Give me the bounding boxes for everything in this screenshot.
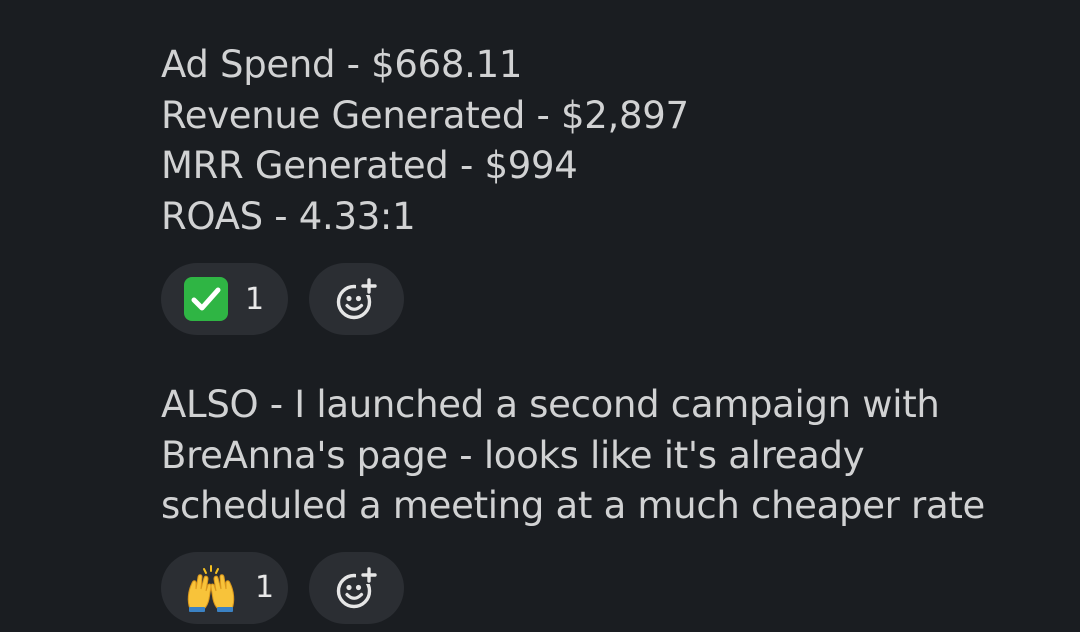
message-line: Ad Spend - $668.11 [161, 43, 523, 86]
reaction-bar: 1 [161, 263, 1061, 335]
message-line: ALSO - I launched a second campaign with [161, 383, 940, 426]
message-line: scheduled a meeting at a much cheaper ra… [161, 484, 985, 527]
reaction-count: 1 [255, 570, 275, 605]
add-reaction-button[interactable] [309, 551, 404, 624]
message-1: Ad Spend - $668.11 Revenue Generated - $… [161, 40, 1061, 335]
reaction-check-mark[interactable]: 1 [161, 263, 288, 335]
check-mark-icon [184, 277, 228, 321]
message-line: ROAS - 4.33:1 [161, 194, 416, 238]
message-line: Revenue Generated - $2,897 [161, 93, 689, 137]
add-reaction-button[interactable] [309, 263, 404, 335]
message-line: MRR Generated - $994 [161, 144, 578, 187]
add-emoji-icon [336, 566, 377, 608]
reaction-count: 1 [245, 281, 265, 317]
reaction-raising-hands[interactable]: 1 [161, 551, 288, 624]
reaction-bar: 1 [161, 551, 1061, 624]
message-2: ALSO - I launched a second campaign with… [161, 380, 1061, 624]
raising-hands-icon [184, 563, 238, 613]
message-line: BreAnna's page - looks like it's already [161, 433, 865, 477]
add-emoji-icon [336, 278, 377, 320]
